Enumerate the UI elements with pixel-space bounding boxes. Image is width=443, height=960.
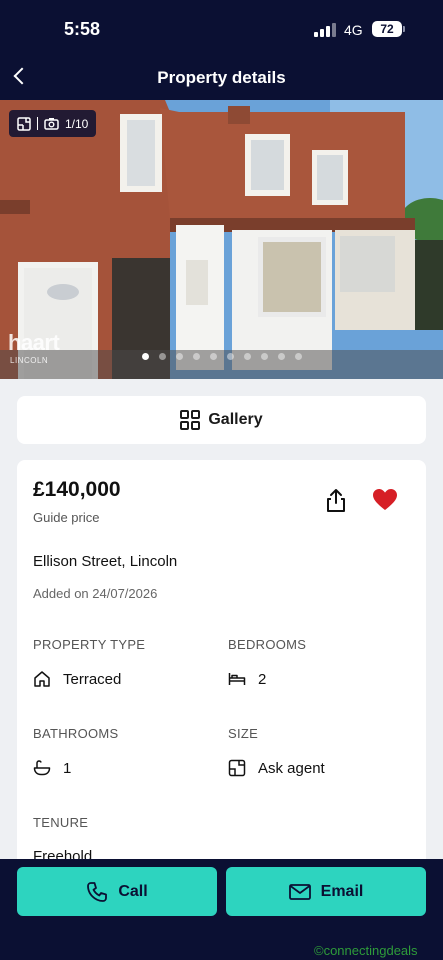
bedrooms-text: 2 [258,670,267,688]
property-type-label: PROPERTY TYPE [33,637,146,652]
heart-icon [373,489,397,510]
gallery-button[interactable]: Gallery [17,396,426,444]
page-title: Property details [157,68,286,87]
pagination-dot[interactable] [260,353,268,360]
email-label: Email [320,882,364,900]
battery-icon: 72 [372,21,402,37]
pagination-dot[interactable] [158,353,166,360]
bed-icon [228,673,246,685]
bathrooms-value: 1 [33,759,71,777]
app-header: Property details [0,58,443,100]
pagination-dot[interactable] [226,353,234,360]
floorplan-icon [228,759,246,777]
bedrooms-value: 2 [228,670,266,688]
photo-counter-text: 1/10 [65,116,89,131]
gallery-label: Gallery [208,411,263,428]
added-date: Added on 24/07/2026 [33,586,158,601]
tenure-value: Freehold [33,848,93,859]
floorplan-icon [17,116,31,131]
pagination-dot[interactable] [243,353,251,360]
phone-icon [87,881,108,902]
content-area[interactable]: Gallery £140,000 Guide price Ellison Str… [0,379,443,859]
property-type-text: Terraced [63,670,122,688]
pagination-dot[interactable] [277,353,285,360]
price-qualifier: Guide price [33,510,100,525]
battery-tip [403,26,405,32]
mail-icon [288,883,311,900]
grid-icon [180,410,201,430]
bath-icon [33,760,51,776]
camera-icon [44,118,59,130]
call-label: Call [118,882,148,900]
email-button[interactable]: Email [226,867,426,916]
size-label: SIZE [228,726,259,741]
bathrooms-label: BATHROOMS [33,726,119,741]
call-button[interactable]: Call [17,867,217,916]
photo-counter: 1/10 [9,110,97,137]
pagination-dot[interactable] [175,353,183,360]
tenure-label: TENURE [33,815,89,830]
bathrooms-text: 1 [63,759,72,777]
property-address: Ellison Street, Lincoln [33,553,178,570]
property-photo[interactable]: 1/10 haart LINCOLN [0,100,443,379]
house-photo-illustration [0,100,443,379]
signal-icon [314,23,336,37]
watermark: ©connectingdeals [314,943,418,958]
pagination-dot[interactable] [192,353,200,360]
pagination-dot[interactable] [141,353,149,360]
size-text: Ask agent [258,759,325,777]
property-type-value: Terraced [33,670,121,688]
network-type: 4G [344,22,363,38]
status-time: 5:58 [64,19,101,39]
photo-pagination[interactable] [0,353,443,360]
size-value: Ask agent [228,759,325,777]
price: £140,000 [33,478,121,501]
house-icon [34,671,50,687]
status-bar: 5:58 4G 72 [0,0,443,58]
listing-card: £140,000 Guide price Ellison Street, Lin… [17,460,426,859]
bedrooms-label: BEDROOMS [228,637,307,652]
share-icon [327,489,345,512]
favourite-button[interactable] [372,488,398,512]
pagination-dot[interactable] [294,353,302,360]
pagination-dot[interactable] [209,353,217,360]
share-button[interactable] [324,488,348,514]
divider [37,117,38,130]
